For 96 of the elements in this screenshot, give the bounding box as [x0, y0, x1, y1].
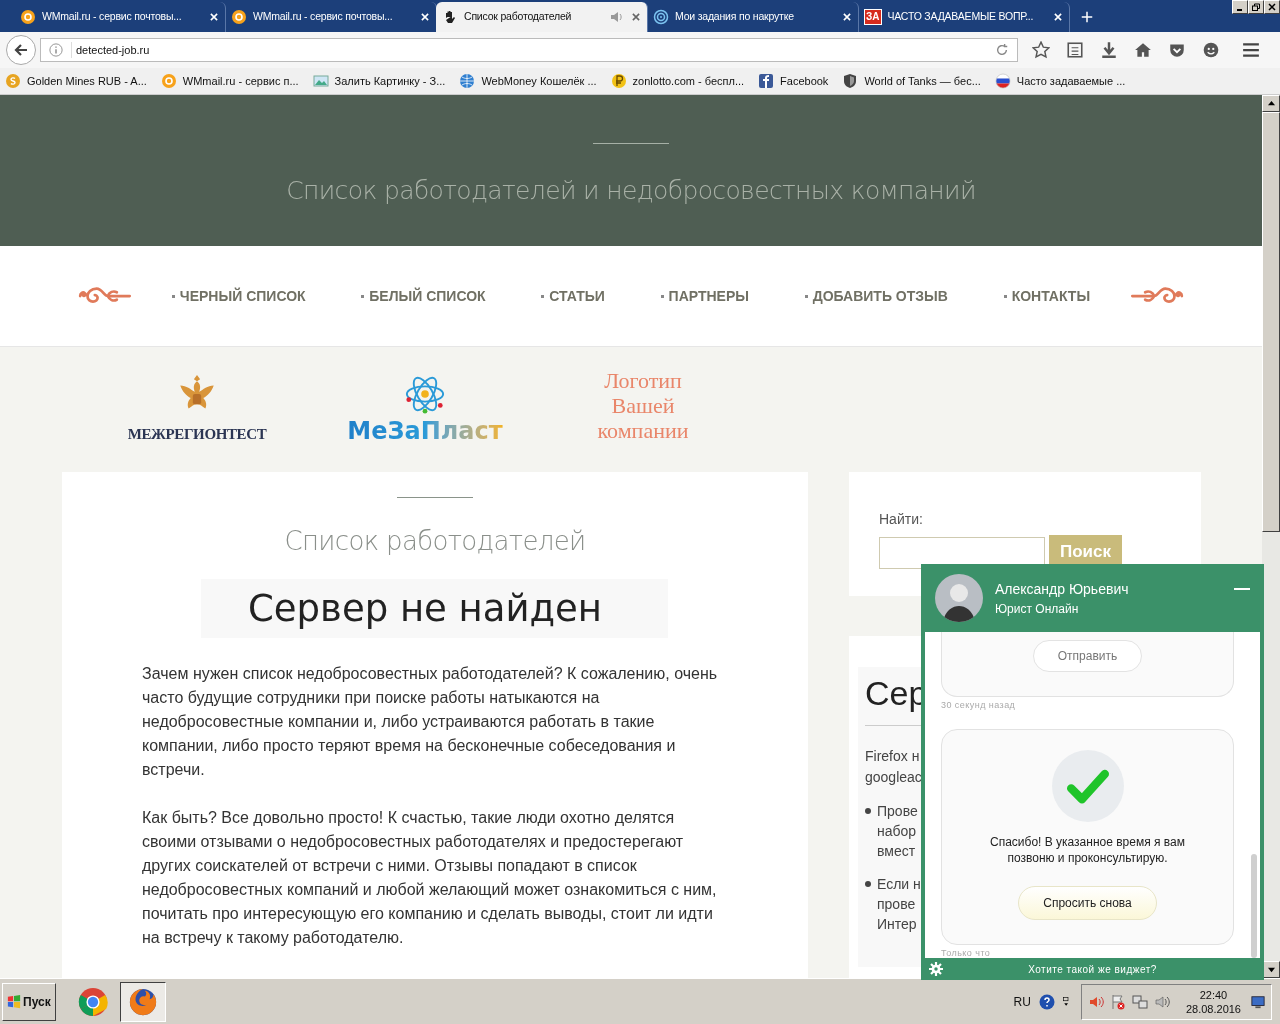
menu-link[interactable]: КОНТАКТЫ	[1003, 285, 1091, 307]
back-button[interactable]	[6, 35, 36, 65]
download-icon[interactable]	[1100, 41, 1118, 59]
coin-icon	[610, 73, 627, 89]
start-button[interactable]: Пуск	[2, 982, 56, 1021]
info-icon	[49, 43, 63, 57]
bookmark-item[interactable]: Часто задаваемые ...	[994, 72, 1126, 90]
up-arrow-icon	[1267, 100, 1275, 107]
language-indicator[interactable]: RU	[1013, 992, 1031, 1011]
message-timestamp: Только что	[941, 946, 992, 958]
coin-icon	[5, 73, 21, 89]
star-icon[interactable]	[1032, 41, 1050, 59]
tab-title: ЧАСТО ЗАДАВАЕМЫЕ ВОПР...	[887, 9, 1035, 25]
widget-promo-link[interactable]: Хотите такой же виджет?	[943, 961, 1242, 977]
agent-role: Юрист Онлайн	[995, 600, 1080, 618]
tab-title: Мои задания по накрутке	[675, 9, 795, 25]
back-arrow-icon	[13, 42, 29, 58]
confirmation-text: Спасибо! В указанное время я вам позвоню и проконсультирую.	[988, 833, 1187, 866]
menu-link[interactable]: БЕЛЫЙ СПИСОК	[361, 285, 486, 307]
plus-icon[interactable]	[1081, 11, 1093, 23]
search-label: Найти:	[879, 510, 924, 529]
minimize-icon[interactable]	[1234, 587, 1250, 591]
facebook-icon	[758, 73, 775, 89]
menu-link[interactable]: ДОБАВИТЬ ОТЗЫВ	[804, 285, 948, 307]
text-line: набор	[877, 822, 918, 841]
text-line: Прове	[877, 802, 918, 821]
text-line: вмест	[877, 842, 917, 861]
url-text: detected-job.ru	[71, 41, 987, 59]
tab-title: WMmail.ru - сервис почтовы...	[253, 9, 394, 25]
settings-icon[interactable]	[929, 962, 943, 976]
search-field[interactable]	[879, 537, 1045, 569]
pocket-icon[interactable]	[1168, 41, 1186, 59]
chat-scroll-thumb[interactable]	[1251, 854, 1257, 958]
chrome-icon	[77, 986, 108, 1017]
flag-icon	[994, 73, 1011, 89]
body-paragraph: Зачем нужен список недобросовестных работодателей? К сожалению, очень часто будущие сотрудники при поиске работы натыкаются на недобросовестные компании и, либо устраиваются работать в такие компании, либо просто теряют время на бесконечные собеседования и встречи.	[142, 664, 719, 780]
site-subtitle: Список работодателей и недобросовестных компаний	[286, 175, 976, 207]
minimize-button[interactable]	[1232, 0, 1248, 14]
flag-error-icon[interactable]	[1109, 993, 1126, 1010]
home-icon[interactable]	[1134, 41, 1152, 59]
target-icon	[653, 9, 669, 25]
bookmark-item[interactable]: WebMoney Кошелёк ...	[459, 72, 597, 90]
scroll-up-button[interactable]	[1262, 95, 1280, 112]
close-icon[interactable]	[631, 12, 641, 22]
clock-time: 22:40	[1199, 987, 1228, 1002]
scroll-thumb[interactable]	[1262, 112, 1280, 532]
speaker-icon[interactable]	[609, 9, 625, 25]
message-timestamp: 30 секунд назад	[941, 699, 1017, 712]
tab-badge: ЗА	[864, 9, 882, 25]
bookmark-item[interactable]: zonlotto.com - беспл...	[610, 72, 745, 90]
browser-tab[interactable]: Список работодателей	[436, 2, 648, 32]
close-icon	[1268, 3, 1276, 11]
ask-again-button[interactable]: Спросить снова	[1018, 885, 1157, 920]
globe-icon	[459, 73, 476, 89]
menu-link[interactable]: ЧЕРНЫЙ СПИСОК	[171, 285, 306, 307]
speaker-icon[interactable]	[1153, 993, 1170, 1010]
tab-title: Список работодателей	[464, 9, 573, 25]
logo-placeholder-text: Логотип Вашей компании	[596, 368, 690, 443]
text-line: googleac	[865, 768, 921, 787]
menu-icon[interactable]	[1242, 41, 1260, 59]
firefox-icon	[127, 986, 158, 1017]
close-button[interactable]	[1264, 0, 1280, 14]
avatar-silhouette	[935, 574, 983, 622]
menu-link[interactable]: СТАТЬИ	[541, 285, 605, 307]
down-arrow-icon	[1267, 966, 1275, 973]
text-line: Интер	[877, 915, 918, 934]
body-paragraph: Как быть? Все довольно просто! К счастью, такие люди охотно делятся своими отзывами о недобросовестных работодателях и предостерегают других соискателей от встречи с ними. Отзывы попадают в список недобросовестных компаний и любой желающий может ознакомиться с ним, почитать про интересующую его компанию и сделать выводы, стоит ли идти на встречу к такому работодателю.	[142, 808, 718, 948]
list-icon[interactable]	[1066, 41, 1084, 59]
network-icon[interactable]	[1131, 993, 1148, 1010]
image-icon	[312, 73, 329, 89]
taskbar-app-button[interactable]	[119, 981, 166, 1022]
text-line: Если н	[877, 875, 921, 894]
bookmark-item[interactable]: Golden Mines RUB - A...	[5, 72, 147, 90]
bookmark-item[interactable]: Facebook	[758, 72, 829, 90]
smiley-icon[interactable]	[1202, 41, 1220, 59]
clock-date: 28.08.2016	[1185, 1001, 1241, 1016]
text-line: прове	[877, 895, 917, 914]
restore-icon	[1252, 3, 1260, 11]
bookmark-item[interactable]: WMmail.ru - сервис п...	[160, 72, 299, 90]
tab-title: WMmail.ru - сервис почтовы...	[42, 9, 183, 25]
help-icon[interactable]	[1038, 993, 1055, 1010]
restore-button[interactable]	[1248, 0, 1264, 14]
agent-name: Александр Юрьевич	[995, 579, 1130, 599]
text-line: Firefox н	[865, 747, 921, 766]
address-bar[interactable]: detected-job.ru	[40, 38, 1018, 62]
bookmark-item[interactable]: Залить Картинку - З...	[312, 72, 446, 90]
windows-logo-icon	[7, 994, 21, 1009]
page-title: Список работодателей	[284, 525, 586, 558]
error-heading: Сервер не найден	[248, 585, 603, 632]
menu-link[interactable]: ПАРТНЕРЫ	[660, 285, 749, 307]
partner-logo-text: МЕЖРЕГИОНТЕСТ	[127, 425, 267, 445]
shield-icon	[842, 73, 859, 89]
send-button[interactable]: Отправить	[1032, 640, 1143, 672]
reload-icon[interactable]	[995, 43, 1009, 57]
bookmark-item[interactable]: World of Tanks — бес...	[842, 72, 981, 90]
show-desktop-icon[interactable]	[1251, 994, 1265, 1009]
